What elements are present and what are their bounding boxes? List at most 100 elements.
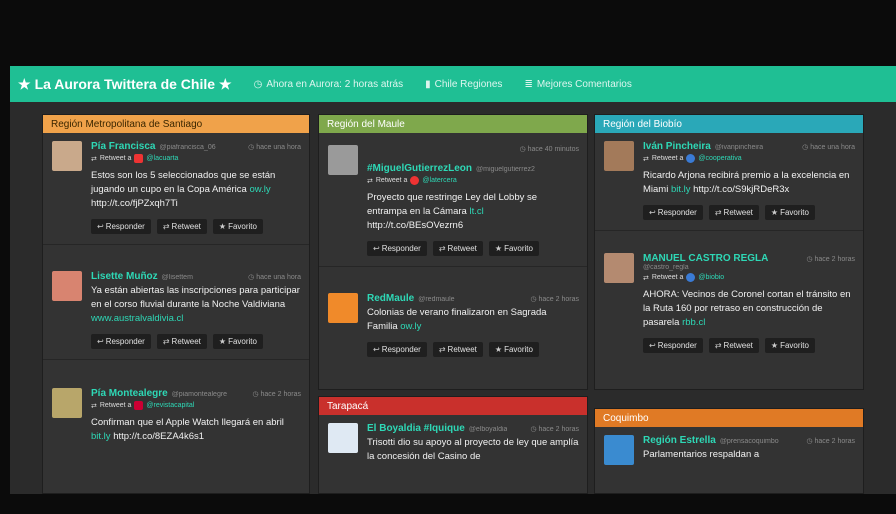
reply-label: Responder xyxy=(381,345,421,354)
tweet-text: Trisotti dio su apoyo al proyecto de ley… xyxy=(367,436,579,464)
avatar[interactable] xyxy=(52,141,82,171)
tweet-handle: @lisettem xyxy=(161,274,193,281)
nav-item-regiones[interactable]: ▮ Chile Regiones xyxy=(425,79,502,90)
favorite-button[interactable]: ★ Favorito xyxy=(764,338,815,353)
reply-label: Responder xyxy=(657,208,697,217)
tweet-text: Parlamentarios respaldan a xyxy=(643,448,855,462)
retweet-button[interactable]: ⇄ Retweet xyxy=(432,342,483,357)
app-title: La Aurora Twittera de Chile xyxy=(34,76,216,92)
avatar[interactable] xyxy=(52,271,82,301)
tweet-handle: @piamontealegre xyxy=(171,391,228,398)
reply-label: Responder xyxy=(657,341,697,350)
tweet-actions: ↩ Responder ⇄ Retweet ★ Favorito xyxy=(643,205,855,220)
reply-button[interactable]: ↩ Responder xyxy=(91,219,151,234)
tweet-link[interactable]: ow.ly xyxy=(400,321,421,332)
retweet-info: ⇄ Retweet a @revistacapital xyxy=(91,401,301,410)
retweet-icon: ⇄ xyxy=(643,274,649,282)
clock-icon: ◷ xyxy=(530,426,539,433)
column-header: Tarapacá xyxy=(319,397,587,415)
tweet-link[interactable]: lt.cl xyxy=(469,206,483,217)
avatar[interactable] xyxy=(604,141,634,171)
retweet-button[interactable]: ⇄ Retweet xyxy=(156,219,207,234)
tweet-author[interactable]: Pía Francisca xyxy=(91,141,155,152)
tweet-handle: @elboyaldia xyxy=(468,426,508,433)
avatar[interactable] xyxy=(604,253,634,283)
tweet-actions: ↩ Responder ⇄ Retweet ★ Favorito xyxy=(91,334,301,349)
retweet-button[interactable]: ⇄ Retweet xyxy=(708,338,759,353)
avatar[interactable] xyxy=(328,423,358,453)
tweet-author[interactable]: Región Estrella xyxy=(643,435,716,446)
clock-icon: ◷ xyxy=(530,296,539,303)
favorite-button[interactable]: ★ Favorito xyxy=(488,241,539,256)
retweet-label: Retweet xyxy=(171,222,201,231)
retweet-icon: ⇄ xyxy=(714,341,722,350)
favorite-button[interactable]: ★ Favorito xyxy=(764,205,815,220)
star-icon: ★ xyxy=(18,75,31,92)
tweet-url[interactable]: http://t.co/fjPZxqh7Ti xyxy=(91,198,178,209)
tweet-url[interactable]: http://t.co/8EZA4k6s1 xyxy=(113,431,204,442)
tweet-actions: ↩ Responder ⇄ Retweet ★ Favorito xyxy=(367,342,579,357)
tweet-author[interactable]: RedMaule xyxy=(367,293,414,304)
avatar[interactable] xyxy=(328,293,358,323)
retweet-source[interactable]: @cooperativa xyxy=(698,155,741,162)
avatar[interactable] xyxy=(52,388,82,418)
tweet-author[interactable]: #MiguelGutierrezLeon xyxy=(367,163,472,174)
reply-button[interactable]: ↩ Responder xyxy=(643,205,703,220)
reply-button[interactable]: ↩ Responder xyxy=(367,241,427,256)
reply-button[interactable]: ↩ Responder xyxy=(367,342,427,357)
tweet-author[interactable]: Iván Pincheira xyxy=(643,141,711,152)
retweet-source[interactable]: @latercera xyxy=(422,177,456,184)
avatar[interactable] xyxy=(604,435,634,465)
reply-icon: ↩ xyxy=(373,244,380,253)
retweet-icon: ⇄ xyxy=(438,244,446,253)
tweet-link[interactable]: ow.ly xyxy=(249,184,270,195)
retweet-source[interactable]: @revistacapital xyxy=(146,402,194,409)
tweet-link[interactable]: www.australvaldivia.cl xyxy=(91,313,183,324)
retweet-source[interactable]: @biobio xyxy=(698,274,724,281)
retweet-source[interactable]: @lacuarta xyxy=(146,155,178,162)
tweet-link[interactable]: bit.ly xyxy=(91,431,111,442)
retweet-button[interactable]: ⇄ Retweet xyxy=(156,334,207,349)
retweet-icon: ⇄ xyxy=(91,155,97,163)
tweet-author[interactable]: Pía Montealegre xyxy=(91,388,168,399)
tweet-time: ◷ hace 2 horas xyxy=(530,295,579,303)
retweet-info: ⇄ Retweet a @latercera xyxy=(367,176,579,185)
document-icon: ▮ xyxy=(425,78,431,90)
tweet-body: Colonias de verano finalizaron en Sagrad… xyxy=(367,307,547,332)
retweet-label: Retweet xyxy=(447,244,477,253)
retweet-button[interactable]: ⇄ Retweet xyxy=(432,241,483,256)
retweet-label: Retweet xyxy=(723,208,753,217)
source-avatar xyxy=(686,273,696,282)
tweet-author[interactable]: El Boyaldia #Iquique xyxy=(367,423,465,434)
tweet-handle: @ivanpincheira xyxy=(714,144,764,151)
tweet-author[interactable]: Lisette Muñoz xyxy=(91,271,158,282)
retweet-button[interactable]: ⇄ Retweet xyxy=(708,205,759,220)
favorite-button[interactable]: ★ Favorito xyxy=(212,334,263,349)
tweet-author[interactable]: MANUEL CASTRO REGLA xyxy=(643,253,768,264)
tweet-card: Lisette Muñoz @lisettem ◷ hace una hora … xyxy=(43,245,309,360)
favorite-button[interactable]: ★ Favorito xyxy=(212,219,263,234)
tweet-link[interactable]: bit.ly xyxy=(671,184,691,195)
reply-button[interactable]: ↩ Responder xyxy=(643,338,703,353)
reply-button[interactable]: ↩ Responder xyxy=(91,334,151,349)
nav-item-comentarios[interactable]: ≣ Mejores Comentarios xyxy=(524,79,631,90)
app-screen: ★ La Aurora Twittera de Chile ★ ◷ Ahora … xyxy=(10,66,896,494)
tweet-link[interactable]: rbb.cl xyxy=(682,317,705,328)
tweet-text: Proyecto que restringe Ley del Lobby se … xyxy=(367,191,579,233)
brand-logo[interactable]: ★ La Aurora Twittera de Chile ★ xyxy=(18,76,232,93)
avatar[interactable] xyxy=(328,145,358,175)
favorite-button[interactable]: ★ Favorito xyxy=(488,342,539,357)
nav-item-ahora[interactable]: ◷ Ahora en Aurora: 2 horas atrás xyxy=(254,79,403,90)
tweet-url[interactable]: http://t.co/S9kjRDeR3x xyxy=(693,184,789,195)
tweet-time-text: hace 2 horas xyxy=(814,438,855,445)
source-avatar xyxy=(410,176,420,185)
tweet-time-text: hace 40 minutos xyxy=(527,146,579,153)
source-avatar xyxy=(134,401,144,410)
retweet-icon: ⇄ xyxy=(367,177,373,185)
retweet-icon: ⇄ xyxy=(91,402,97,410)
retweet-icon: ⇄ xyxy=(162,337,170,346)
column-header: Coquimbo xyxy=(595,409,863,427)
retweet-label: Retweet xyxy=(171,337,201,346)
tweet-time: ◷ hace 2 horas xyxy=(806,255,855,263)
tweet-url[interactable]: http://t.co/BEsOVezrn6 xyxy=(367,220,463,231)
